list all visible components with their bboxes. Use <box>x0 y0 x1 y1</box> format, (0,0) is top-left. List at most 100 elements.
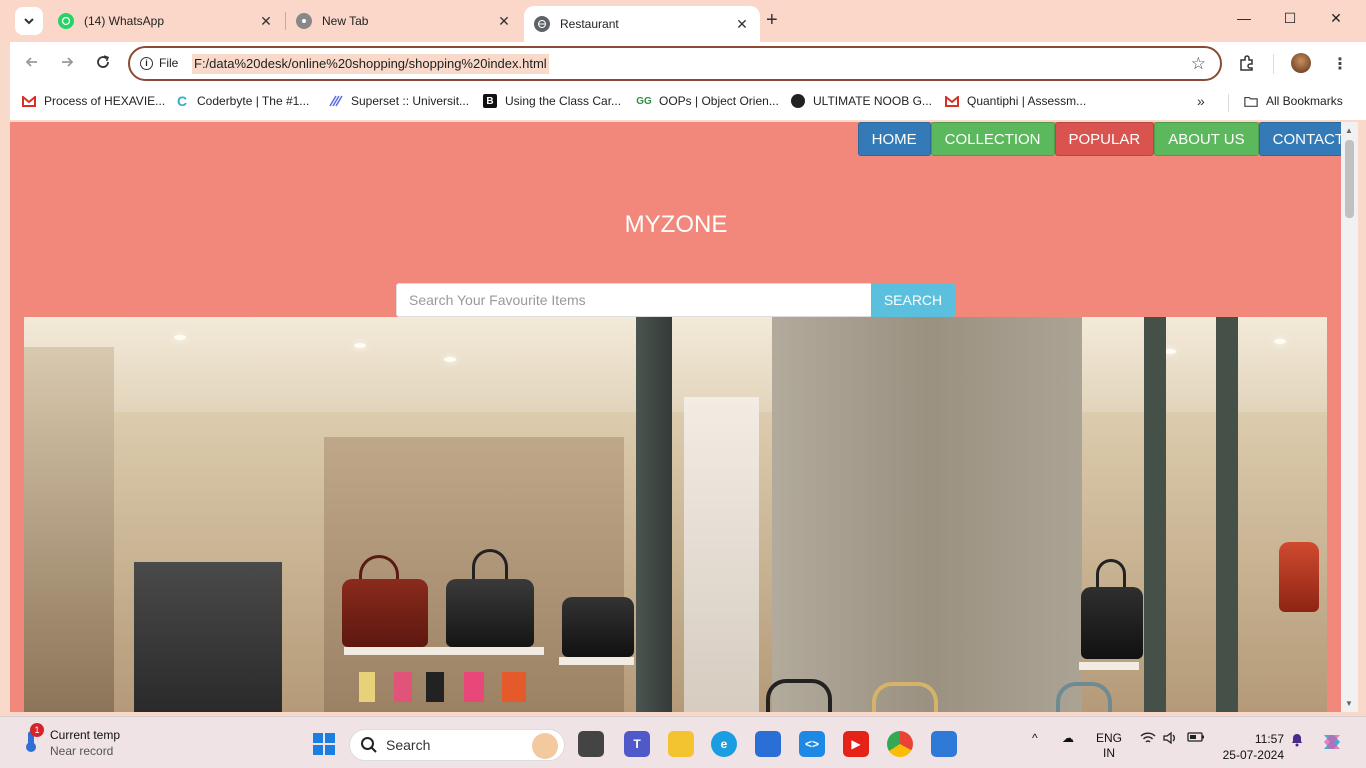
handbag-black <box>446 579 534 647</box>
bookmark-item[interactable]: Process of HEXAVIE... <box>22 94 165 108</box>
bookmark-item[interactable]: C Coderbyte | The #1... <box>175 93 310 109</box>
windows-taskbar: 1 Current temp Near record Search T e <>… <box>0 716 1366 768</box>
site-info-button[interactable]: i File <box>140 56 178 70</box>
scroll-thumb[interactable] <box>1345 140 1354 218</box>
wallet <box>394 672 412 702</box>
back-arrow-icon <box>25 57 37 67</box>
tab-title: New Tab <box>322 14 369 28</box>
page-scrollbar[interactable]: ▲ ▼ <box>1341 122 1358 712</box>
wallet <box>502 672 526 702</box>
menu-kebab-icon[interactable]: ⋮ <box>1332 54 1348 74</box>
microsoft-store-icon[interactable] <box>755 731 781 757</box>
bookmark-label: ULTIMATE NOOB G... <box>813 94 932 108</box>
weather-badge: 1 <box>30 723 44 737</box>
url-text[interactable]: F:/data%20desk/online%20shopping/shoppin… <box>192 54 549 74</box>
address-bar[interactable]: i File F:/data%20desk/online%20shopping/… <box>128 46 1222 81</box>
search-button[interactable]: SEARCH <box>871 283 955 317</box>
dark-pillar <box>636 317 672 712</box>
region-code: IN <box>1103 746 1115 760</box>
display-shelf <box>559 657 634 665</box>
tab-title: Restaurant <box>560 17 619 31</box>
bookmark-item[interactable]: Superset :: Universit... <box>329 94 469 108</box>
copilot-icon[interactable] <box>1320 731 1344 757</box>
concrete-column <box>772 317 1082 712</box>
task-view-icon[interactable] <box>578 731 604 757</box>
maximize-button[interactable]: ☐ <box>1280 10 1300 27</box>
close-icon[interactable]: ✕ <box>496 13 512 30</box>
bookmark-item[interactable]: GG OOPs | Object Orien... <box>636 94 779 108</box>
tab-new-tab[interactable]: New Tab ✕ <box>286 6 522 36</box>
language-indicator[interactable]: ENG IN <box>1096 731 1122 761</box>
window-close-button[interactable]: ✕ <box>1326 10 1346 27</box>
gmail-icon <box>22 94 36 108</box>
search-icon <box>361 737 377 753</box>
scroll-down-icon[interactable]: ▼ <box>1345 699 1353 708</box>
bookmark-star-icon[interactable]: ☆ <box>1191 54 1206 74</box>
nav-about-us[interactable]: ABOUT US <box>1154 122 1259 156</box>
reload-button[interactable] <box>93 54 113 75</box>
file-explorer-icon[interactable] <box>668 731 694 757</box>
bookmark-item[interactable]: B Using the Class Car... <box>483 94 621 108</box>
scroll-up-icon[interactable]: ▲ <box>1345 126 1353 135</box>
profile-avatar[interactable] <box>1291 53 1311 73</box>
minimize-button[interactable]: — <box>1234 10 1254 26</box>
tab-whatsapp[interactable]: (14) WhatsApp ✕ <box>48 6 284 36</box>
nav-home[interactable]: HOME <box>857 122 931 156</box>
bookmarks-overflow-button[interactable]: » <box>1197 93 1205 109</box>
extensions-icon[interactable] <box>1238 54 1256 77</box>
tab-strip: (14) WhatsApp ✕ New Tab ✕ Restaurant ✕ +… <box>0 0 1366 42</box>
search-input[interactable]: Search Your Favourite Items <box>396 283 872 317</box>
clock-date: 25-07-2024 <box>1222 748 1284 762</box>
chevron-down-icon <box>24 18 34 25</box>
clock-time: 11:57 <box>1254 732 1284 746</box>
close-icon[interactable]: ✕ <box>258 13 274 30</box>
bookmark-item[interactable]: Quantiphi | Assessm... <box>945 94 1086 108</box>
gfg-icon: GG <box>636 95 652 107</box>
wallet <box>426 672 444 702</box>
show-hidden-icons-icon[interactable]: ^ <box>1032 731 1038 746</box>
bookmark-label: Using the Class Car... <box>505 94 622 108</box>
notification-bell-icon[interactable] <box>1290 731 1304 751</box>
all-bookmarks-button[interactable]: All Bookmarks <box>1244 94 1343 108</box>
chrome-taskbar-icon[interactable] <box>887 731 913 757</box>
language-code: ENG <box>1096 731 1123 745</box>
weather-subtitle: Near record <box>50 744 114 758</box>
vscode-icon[interactable]: <> <box>799 731 825 757</box>
site-brand-title: MYZONE <box>624 211 728 238</box>
teams-icon[interactable]: T <box>624 731 650 757</box>
search-highlight-icon <box>532 733 558 759</box>
toolbar-divider <box>1273 54 1274 74</box>
nav-collection[interactable]: COLLECTION <box>930 122 1055 156</box>
all-bookmarks-label: All Bookmarks <box>1266 94 1343 108</box>
taskbar-search[interactable]: Search <box>349 729 565 761</box>
globe-icon <box>791 94 805 108</box>
weather-widget[interactable]: 1 Current temp Near record <box>22 723 120 759</box>
photos-app-icon[interactable] <box>931 731 957 757</box>
bookmark-label: OOPs | Object Orien... <box>659 94 779 108</box>
ceiling-light <box>354 343 366 348</box>
system-clock[interactable]: 11:57 25-07-2024 <box>1220 731 1284 763</box>
close-icon[interactable]: ✕ <box>734 16 750 33</box>
globe-icon <box>534 16 550 32</box>
back-button[interactable] <box>22 54 42 75</box>
wifi-icon[interactable] <box>1140 731 1156 749</box>
battery-icon[interactable] <box>1187 731 1205 747</box>
volume-icon[interactable] <box>1162 731 1178 749</box>
edge-icon[interactable]: e <box>711 731 737 757</box>
nav-popular[interactable]: POPULAR <box>1054 122 1155 156</box>
forward-button[interactable] <box>57 54 77 75</box>
new-tab-button[interactable]: + <box>766 10 778 30</box>
bookmark-item[interactable]: ULTIMATE NOOB G... <box>791 94 932 108</box>
tab-search-button[interactable] <box>15 7 43 35</box>
left-wall <box>24 347 114 712</box>
windows-start-button[interactable] <box>311 731 337 757</box>
onedrive-icon[interactable]: ☁ <box>1062 731 1074 746</box>
tab-restaurant[interactable]: Restaurant ✕ <box>524 6 760 42</box>
ceiling-light <box>174 335 186 340</box>
bookmark-label: Process of HEXAVIE... <box>44 94 166 108</box>
handbag-orange <box>1279 542 1319 612</box>
youtube-icon[interactable]: ▶ <box>843 731 869 757</box>
ceiling-light <box>444 357 456 362</box>
bookmark-label: Coderbyte | The #1... <box>197 94 310 108</box>
reload-icon <box>97 55 110 68</box>
